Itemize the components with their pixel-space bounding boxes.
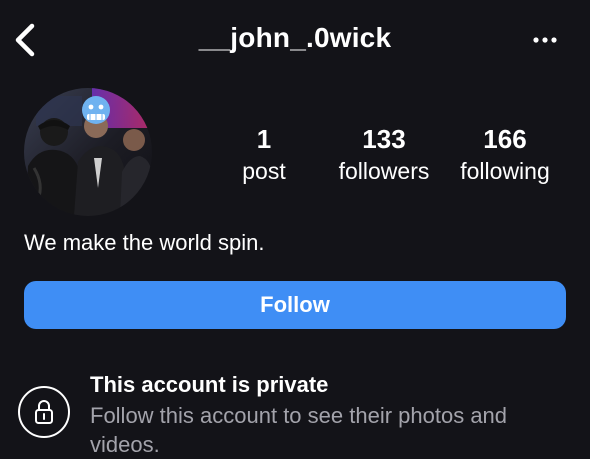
private-account-title: This account is private <box>90 372 329 397</box>
following-count: 166 <box>483 124 527 154</box>
profile-username: __john_.0wick <box>198 22 392 53</box>
ellipsis-icon[interactable] <box>528 30 562 50</box>
stat-posts[interactable]: 1 post <box>222 122 306 186</box>
private-account-description: Follow this account to see their photos … <box>90 403 508 457</box>
profile-header: __john_.0wick <box>0 0 590 80</box>
posts-label: post <box>242 158 286 184</box>
follow-button[interactable]: Follow <box>24 281 566 329</box>
posts-count: 1 <box>256 124 272 154</box>
followers-count: 133 <box>362 124 406 154</box>
stat-followers[interactable]: 133 followers <box>328 122 440 186</box>
lock-icon <box>18 386 70 438</box>
profile-bio: We make the world spin. <box>24 230 265 255</box>
followers-label: followers <box>338 158 430 184</box>
stat-following[interactable]: 166 following <box>448 122 562 186</box>
avatar[interactable] <box>24 88 152 216</box>
following-label: following <box>460 158 550 184</box>
